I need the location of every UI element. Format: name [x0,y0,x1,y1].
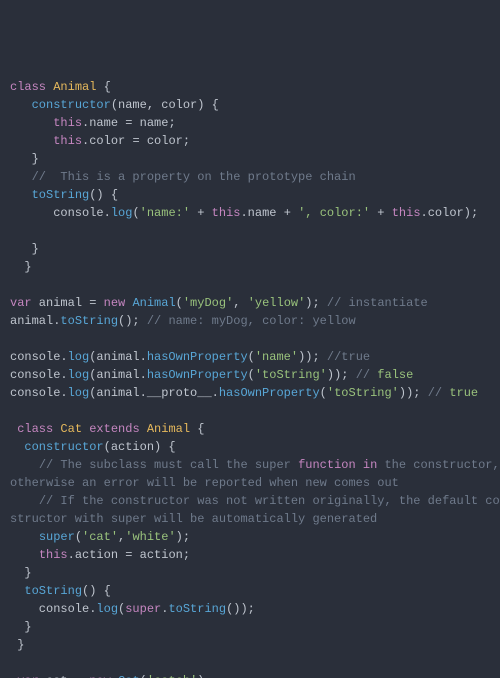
code-line: console.log(super.toString()); [10,600,490,618]
token-fn: toString [168,602,226,616]
token-kw: new [89,674,111,678]
token-fn: log [111,206,133,220]
token-kw: this [39,548,68,562]
token-fn: constructor [24,440,103,454]
token-bool: false [377,368,413,382]
code-line: } [10,564,490,582]
code-line: class Animal { [10,78,490,96]
token-str: 'white' [125,530,175,544]
token-kw: super [125,602,161,616]
code-line: } [10,636,490,654]
code-line [10,330,490,348]
code-line: // If the constructor was not written or… [10,492,490,510]
token-fn: log [68,386,90,400]
token-str: 'toString' [255,368,327,382]
token-cmt: otherwise an error will be reported when… [10,476,399,490]
code-line: structor with super will be automaticall… [10,510,490,528]
token-fn: super [39,530,75,544]
token-fn: toString [32,188,90,202]
token-cmt: // [356,368,378,382]
token-kw: class [10,422,53,436]
token-str: 'catch' [147,674,197,678]
code-line [10,654,490,672]
code-line: class Cat extends Animal { [10,420,490,438]
code-line: } [10,618,490,636]
token-bool: true [449,386,478,400]
token-kw: class [10,80,46,94]
token-kw: this [53,134,82,148]
token-fn: log [96,602,118,616]
token-cmt: structor with super will be automaticall… [10,512,377,526]
code-line: console.log(animal.hasOwnProperty('toStr… [10,366,490,384]
code-line: this.name = name; [10,114,490,132]
code-line: this.color = color; [10,132,490,150]
token-name: Animal [53,80,96,94]
token-cmt [356,458,363,472]
token-fn: toString [24,584,82,598]
token-fn: hasOwnProperty [147,350,248,364]
code-line [10,402,490,420]
token-kw: var [10,674,39,678]
token-str: 'toString' [327,386,399,400]
code-line: this.action = action; [10,546,490,564]
code-line: constructor(name, color) { [10,96,490,114]
token-fn: hasOwnProperty [219,386,320,400]
token-cmt: // name: myDog, color: yellow [147,314,356,328]
token-fn: Cat [118,674,140,678]
token-fn: hasOwnProperty [147,368,248,382]
token-str: 'yellow' [248,296,306,310]
token-kw: new [104,296,126,310]
code-line: var cat = new Cat('catch') [10,672,490,678]
code-block: class Animal { constructor(name, color) … [10,78,490,678]
token-cmt: // The subclass must call the super [39,458,298,472]
token-cmt: //true [327,350,370,364]
token-cmt: // This is a property on the prototype c… [32,170,356,184]
code-line [10,276,490,294]
token-name: Cat [60,422,82,436]
code-line: toString() { [10,582,490,600]
token-str: 'name' [255,350,298,364]
token-str: 'name:' [140,206,190,220]
code-line: } [10,240,490,258]
token-kw: extends [89,422,139,436]
code-line: console.log('name:' + this.name + ', col… [10,204,490,222]
token-cmt: // instantiate [327,296,428,310]
code-line: animal.toString(); // name: myDog, color… [10,312,490,330]
code-line: console.log(animal.hasOwnProperty('name'… [10,348,490,366]
code-line: super('cat','white'); [10,528,490,546]
token-fn: Animal [132,296,175,310]
code-line: } [10,150,490,168]
code-line: console.log(animal.__proto__.hasOwnPrope… [10,384,490,402]
token-fn: constructor [32,98,111,112]
code-line [10,222,490,240]
token-kw: function [298,458,356,472]
token-str: ', color:' [298,206,370,220]
token-kw: in [363,458,377,472]
token-kw: this [212,206,241,220]
token-kw: this [392,206,421,220]
token-fn: log [68,350,90,364]
code-line: constructor(action) { [10,438,490,456]
code-line: var animal = new Animal('myDog', 'yellow… [10,294,490,312]
token-kw: var [10,296,32,310]
code-line: toString() { [10,186,490,204]
token-fn: toString [60,314,118,328]
token-kw: this [53,116,82,130]
token-cmt: // [428,386,450,400]
token-str: 'cat' [82,530,118,544]
token-name: Animal [147,422,190,436]
code-line: otherwise an error will be reported when… [10,474,490,492]
code-line: } [10,258,490,276]
token-cmt: the constructor, [377,458,500,472]
token-fn: log [68,368,90,382]
code-line: // This is a property on the prototype c… [10,168,490,186]
token-str: 'myDog' [183,296,233,310]
code-line: // The subclass must call the super func… [10,456,490,474]
token-cmt: // If the constructor was not written or… [39,494,500,508]
